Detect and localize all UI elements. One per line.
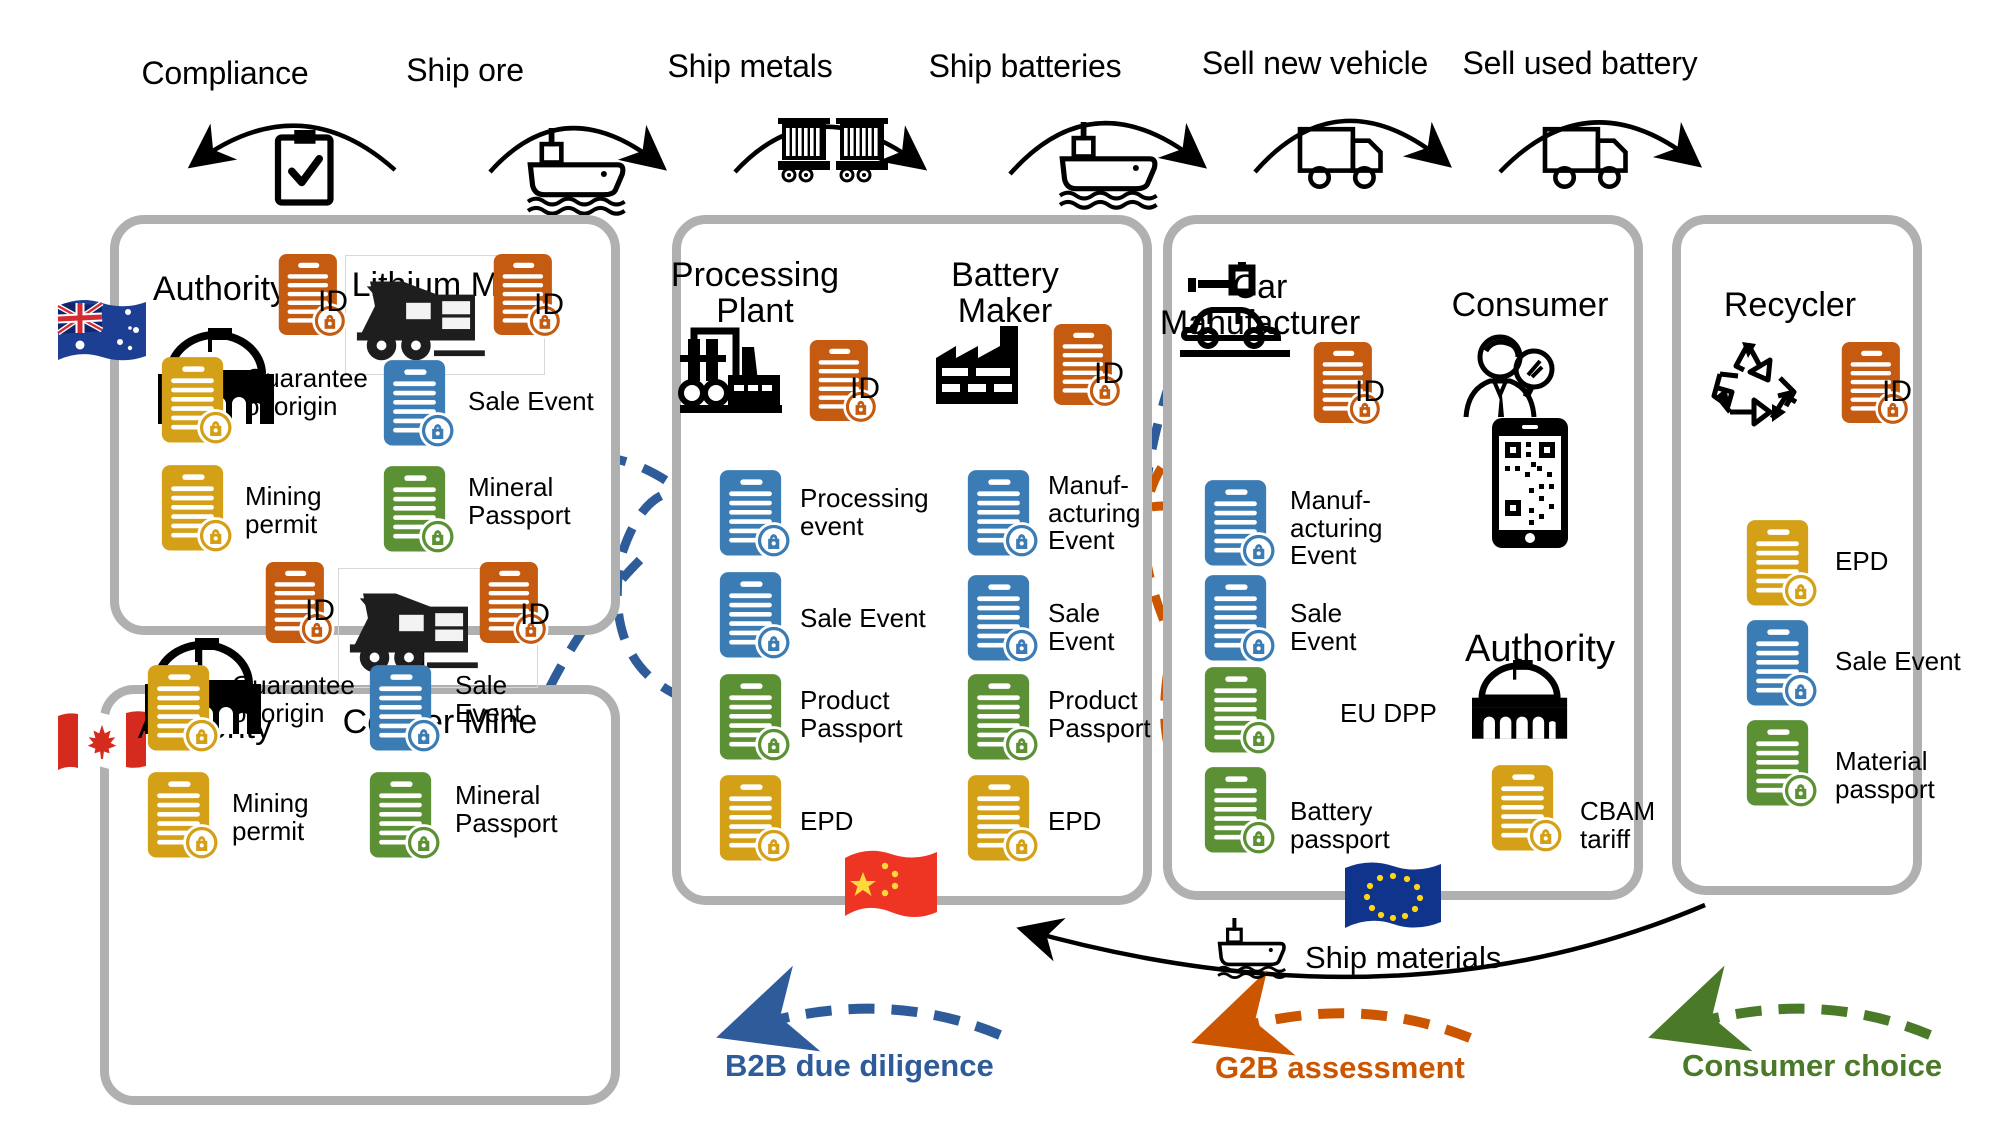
actor-title-recycler: Recycler <box>1723 286 1857 324</box>
doc-label-pp-product-passport: Product Passport <box>800 685 903 743</box>
id-label-lithium-mine: ID <box>534 288 564 321</box>
id-label-ca-authority: ID <box>305 594 335 627</box>
doc-label-recycler-epd: EPD <box>1835 546 1889 576</box>
doc-label-cm-manufacturing-event: Manuf- acturing Event <box>1290 485 1383 571</box>
legend-label-b2b: B2B due diligence <box>725 1048 994 1083</box>
actor-title-battery-maker: Battery Maker <box>951 256 1059 330</box>
diagram-canvas: Compliance Ship ore Ship metals Ship bat… <box>0 0 2000 1125</box>
actor-title-processing-plant: Processing Plant <box>670 256 840 330</box>
freight-train-icon <box>778 118 888 183</box>
doc-label-au-mineral-passport: Mineral Passport <box>468 472 571 530</box>
actor-title-consumer: Consumer <box>1451 286 1609 324</box>
doc-label-processing-event: Processing event <box>800 483 929 541</box>
doc-label-recycler-sale-event: Sale Event <box>1835 646 1961 676</box>
panel-canada <box>100 685 620 1105</box>
copper-mine-box <box>338 568 538 688</box>
doc-label-ca-guarantee-origin: Guarantee of origin <box>232 670 355 728</box>
actor-title-car-manufacturer: Car Manufacturer <box>1159 268 1361 342</box>
actor-title-lithium-mine: Lithium Mine <box>351 266 545 304</box>
legend-label-g2b: G2B assessment <box>1215 1050 1465 1085</box>
clipboard-check-icon <box>274 130 334 206</box>
top-flow-label-ship-metals: Ship metals <box>667 48 833 84</box>
id-label-recycler: ID <box>1882 375 1912 408</box>
doc-label-au-mining-permit: Mining permit <box>245 481 322 539</box>
top-flow-label-sell-used-battery: Sell used battery <box>1462 45 1698 81</box>
id-label-processing-plant: ID <box>850 372 880 405</box>
doc-label-cm-sale-event: Sale Event <box>1290 598 1357 656</box>
doc-label-pp-sale-event: Sale Event <box>800 603 926 633</box>
top-flow-label-ship-batteries: Ship batteries <box>928 48 1122 84</box>
doc-label-eu-dpp: EU DPP <box>1340 698 1437 728</box>
actor-title-au-authority: Authority <box>152 270 288 308</box>
doc-label-ca-mineral-passport: Mineral Passport <box>455 780 558 838</box>
id-label-copper-mine: ID <box>520 598 550 631</box>
top-flow-label-ship-ore: Ship ore <box>406 52 524 88</box>
bottom-flow-label-ship-materials: Ship materials <box>1305 940 1502 975</box>
doc-label-battery-passport: Battery passport <box>1290 796 1390 854</box>
id-label-battery-maker: ID <box>1094 357 1124 390</box>
doc-label-bm-sale-event: Sale Event <box>1048 598 1115 656</box>
actor-title-eu-authority: Authority <box>1465 628 1615 670</box>
doc-label-au-guarantee-origin: Guarantee of origin <box>245 363 368 421</box>
doc-label-pp-epd: EPD <box>800 806 854 836</box>
doc-label-material-passport: Material passport <box>1835 746 1935 804</box>
doc-label-bm-product-passport: Product Passport <box>1048 685 1151 743</box>
doc-label-au-sale-event: Sale Event <box>468 386 594 416</box>
doc-label-bm-epd: EPD <box>1048 806 1102 836</box>
doc-label-bm-manufacturing-event: Manuf- acturing Event <box>1048 470 1141 556</box>
truck-icon <box>1297 126 1383 189</box>
top-flow-label-sell-new-vehicle: Sell new vehicle <box>1201 45 1429 81</box>
doc-label-ca-mining-permit: Mining permit <box>232 788 309 846</box>
id-label-au-authority: ID <box>318 285 348 318</box>
cargo-ship-icon <box>526 128 626 216</box>
truck-icon <box>1542 126 1628 189</box>
doc-label-ca-sale-event: Sale Event <box>455 670 522 728</box>
cargo-ship-icon <box>1217 918 1287 979</box>
top-flow-label-compliance: Compliance <box>141 55 309 91</box>
cargo-ship-icon <box>1058 122 1158 210</box>
doc-label-cbam-tariff: CBAM tariff <box>1580 796 1656 854</box>
legend-label-consumer-choice: Consumer choice <box>1682 1048 1943 1083</box>
id-label-car-manufacturer: ID <box>1355 375 1385 408</box>
